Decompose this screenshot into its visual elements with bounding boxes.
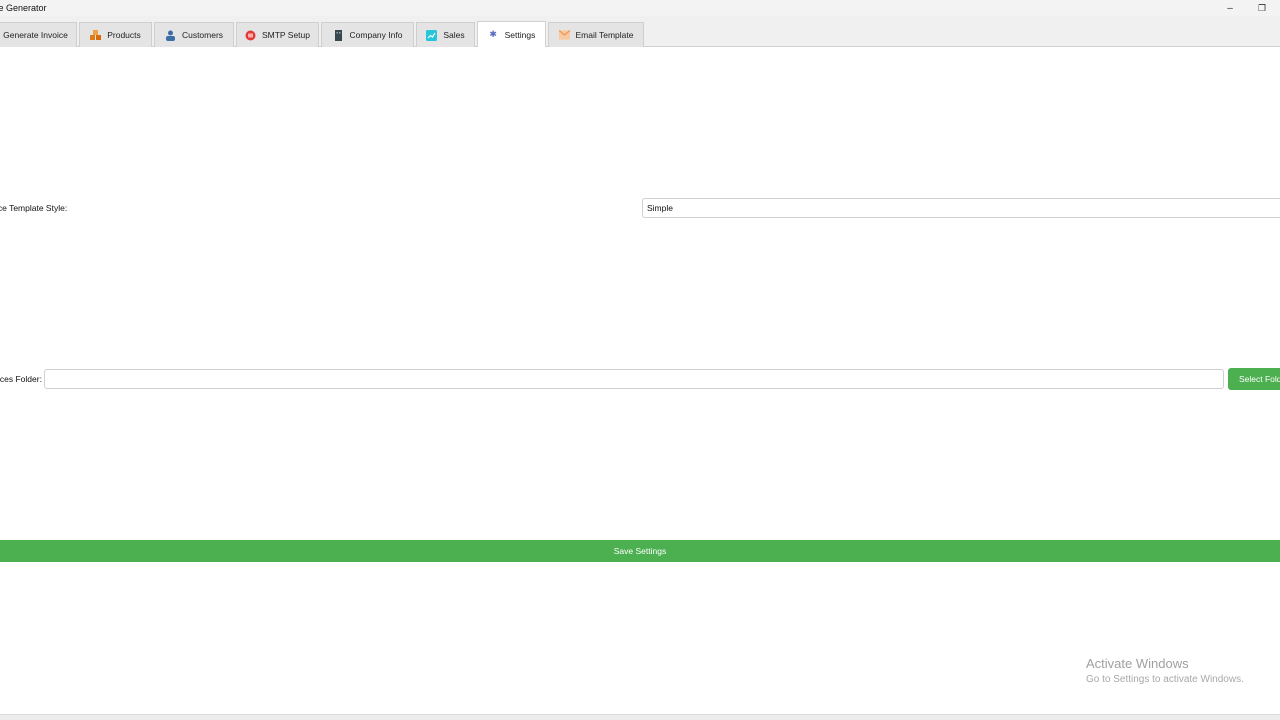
save-settings-label: Save Settings <box>613 546 667 556</box>
select-folder-label: Select Fold <box>1239 374 1280 384</box>
title-bar: ice Generator – ❐ <box>0 0 1280 16</box>
tab-settings[interactable]: ✱ Settings <box>477 21 546 47</box>
boxes-icon <box>90 30 102 41</box>
tab-customers[interactable]: Customers <box>154 22 234 47</box>
tab-label: Generate Invoice <box>3 30 68 40</box>
person-icon <box>165 30 176 41</box>
save-settings-button[interactable]: Save Settings <box>0 540 1280 562</box>
tab-products[interactable]: Products <box>79 22 152 47</box>
tab-sales[interactable]: Sales <box>416 22 475 47</box>
mail-icon <box>558 30 570 41</box>
activate-windows-subtitle: Go to Settings to activate Windows. <box>1086 674 1244 685</box>
restore-icon: ❐ <box>1257 2 1267 13</box>
template-style-select[interactable]: Simple <box>642 198 1280 218</box>
gear-icon: ✱ <box>489 29 497 39</box>
tab-label: Company Info <box>349 30 403 40</box>
activate-windows-title: Activate Windows <box>1086 656 1189 671</box>
tab-company-info[interactable]: Company Info <box>321 22 414 47</box>
tab-bar: Generate Invoice Products Customers SMTP… <box>0 16 1280 47</box>
template-style-value: Simple <box>647 203 673 213</box>
invoices-folder-input[interactable] <box>44 369 1224 389</box>
minimize-button[interactable]: – <box>1214 0 1246 16</box>
tab-label: Sales <box>443 30 465 40</box>
tab-generate-invoice[interactable]: Generate Invoice <box>0 22 77 47</box>
tab-label: Products <box>107 30 141 40</box>
tab-label: Customers <box>181 30 224 40</box>
window-title: ice Generator <box>0 3 47 13</box>
tab-smtp-setup[interactable]: SMTP Setup <box>236 22 319 47</box>
tab-label: Settings <box>504 29 536 40</box>
template-style-label: ice Template Style: <box>0 203 68 213</box>
minimize-icon: – <box>1227 2 1233 14</box>
building-icon <box>333 29 344 41</box>
invoices-folder-label: ices Folder: <box>0 374 42 384</box>
tab-email-template[interactable]: Email Template <box>548 22 644 47</box>
settings-panel: ice Template Style: Simple ices Folder: … <box>0 48 1280 714</box>
tab-label: Email Template <box>575 30 634 40</box>
select-folder-button[interactable]: Select Fold <box>1228 368 1280 390</box>
restore-button[interactable]: ❐ <box>1246 0 1278 16</box>
server-icon <box>245 30 256 41</box>
tab-label: SMTP Setup <box>261 30 311 40</box>
chart-icon <box>426 29 438 41</box>
bottom-edge <box>0 714 1280 720</box>
